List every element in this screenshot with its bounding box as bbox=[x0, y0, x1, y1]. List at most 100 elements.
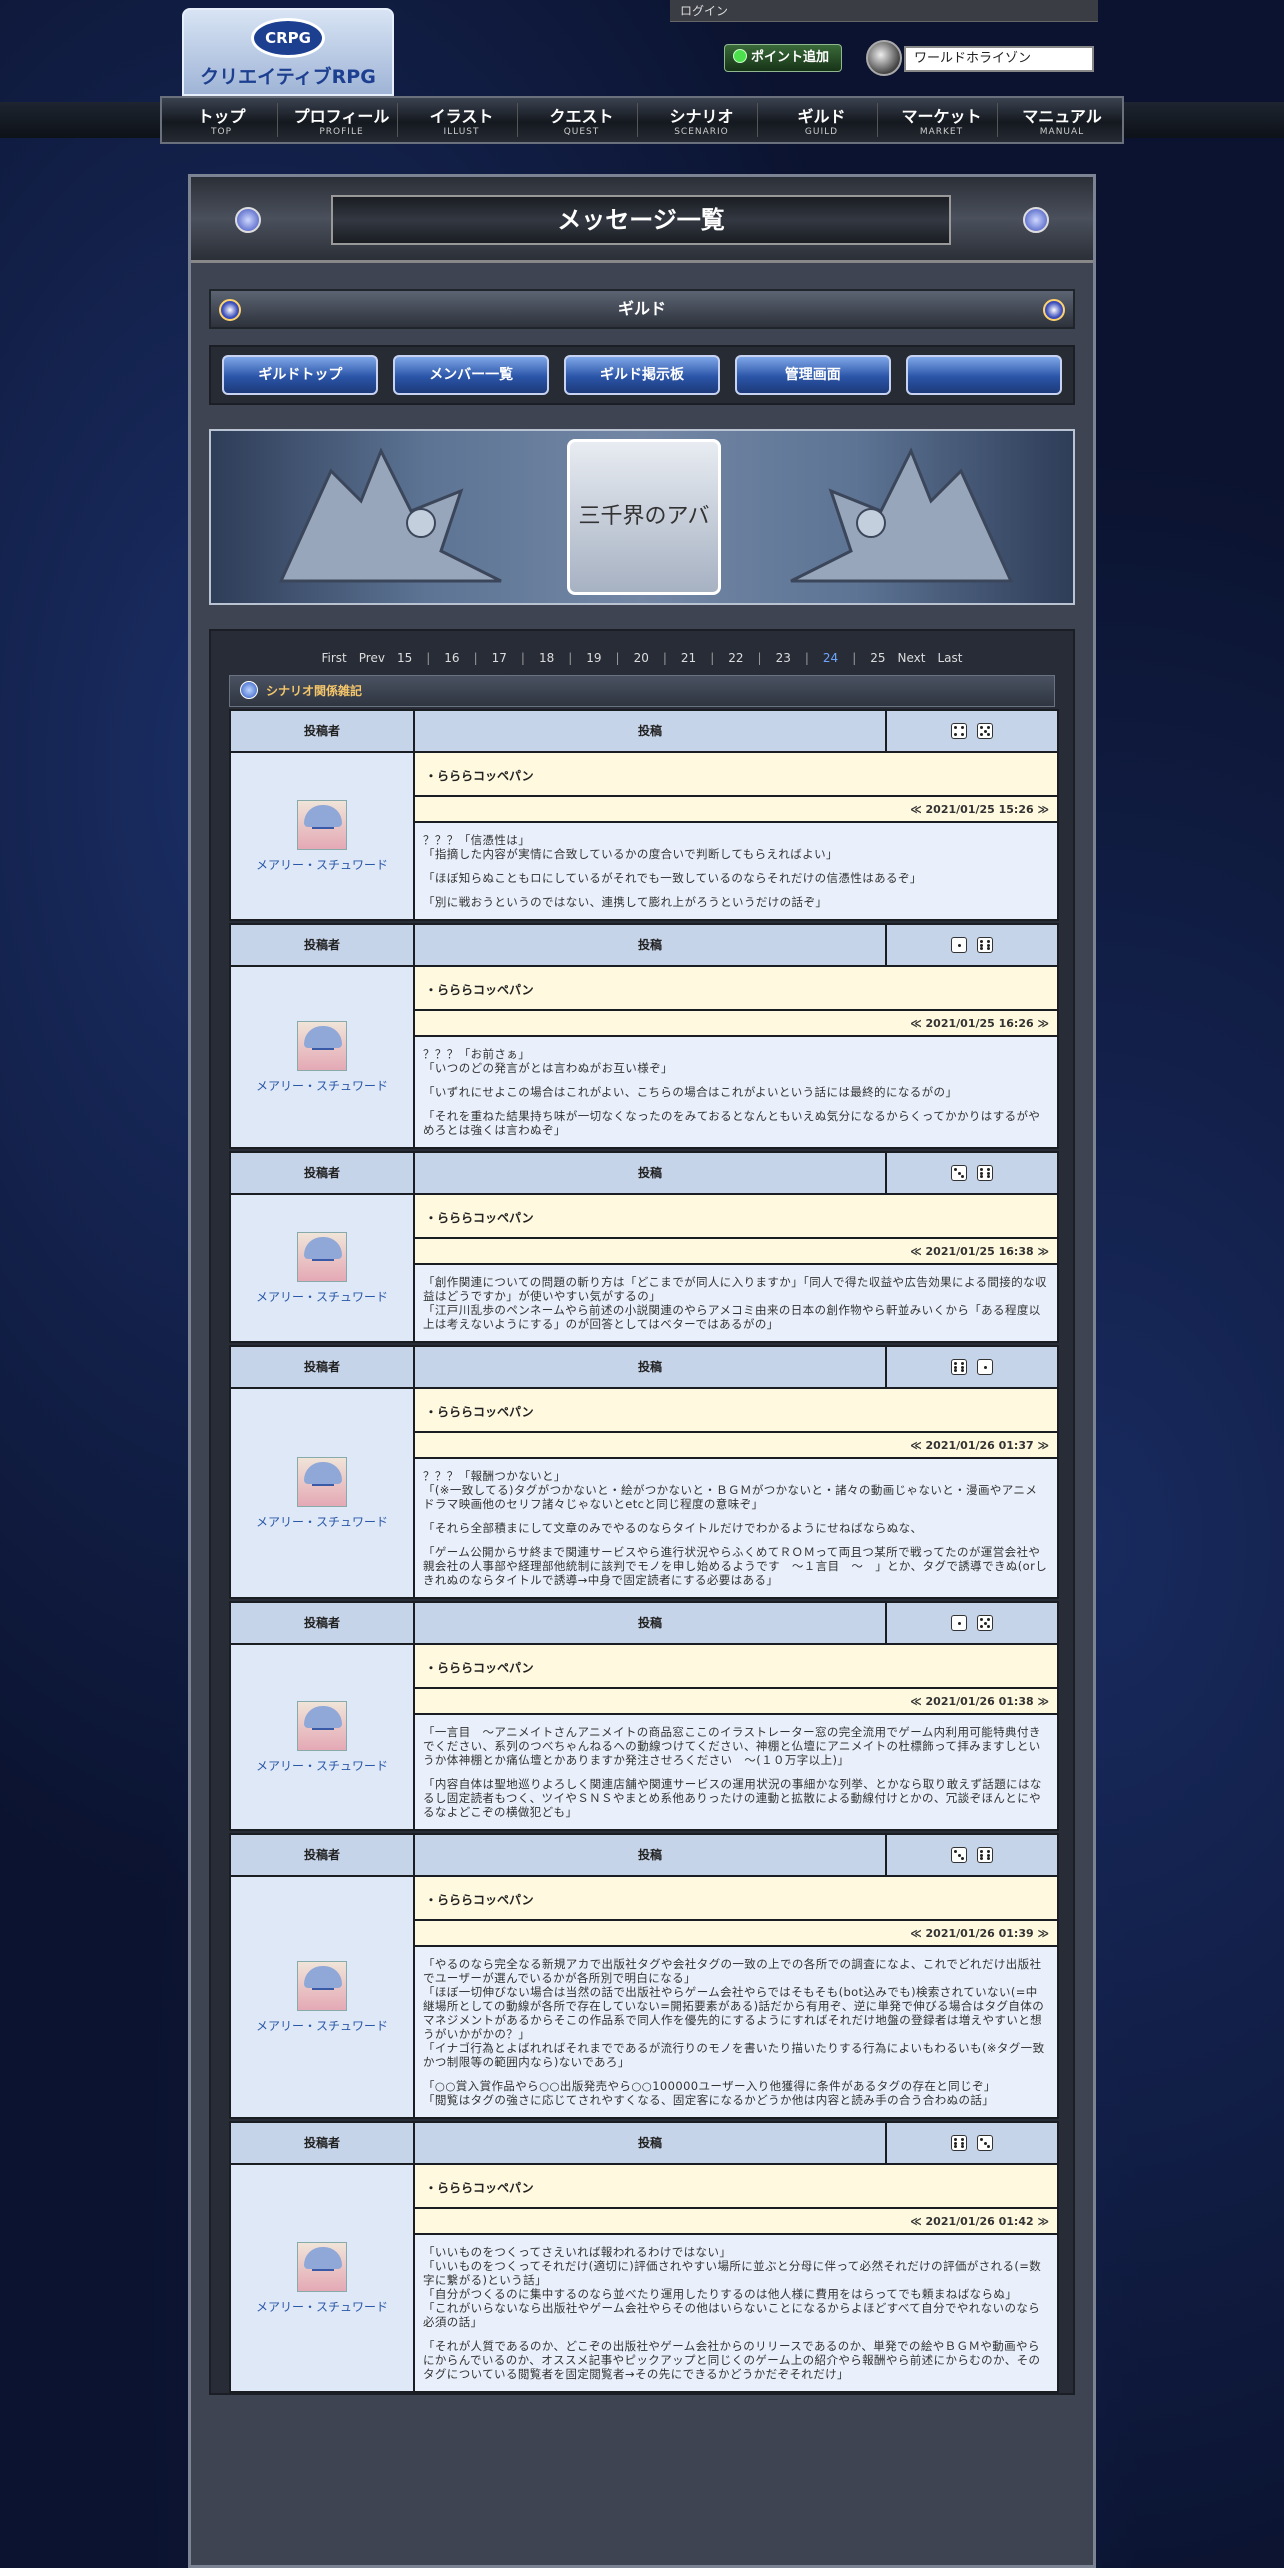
nav-item-manual[interactable]: マニュアル MANUAL bbox=[1006, 103, 1118, 137]
category-header: シナリオ関係雑記 bbox=[229, 675, 1055, 707]
author-name-link[interactable]: メアリー・スチュワード bbox=[256, 1757, 388, 1774]
guild-tab-4[interactable] bbox=[905, 355, 1062, 395]
guild-tab-0[interactable]: ギルドトップ bbox=[222, 355, 379, 395]
dragon-left-image bbox=[278, 447, 502, 583]
post-title: ・らららコッペパン bbox=[415, 1645, 1057, 1689]
page-separator: | bbox=[757, 651, 762, 665]
author-name-link[interactable]: メアリー・スチュワード bbox=[256, 2017, 388, 2034]
nav-sublabel: MANUAL bbox=[1039, 127, 1085, 137]
page-separator: | bbox=[520, 651, 525, 665]
post-text: ？？？「報酬つかないと」 「(※一致してる)タグがつかないと・絵がつかないと・Ｂ… bbox=[415, 1459, 1057, 1597]
author-name-link[interactable]: メアリー・スチュワード bbox=[256, 2298, 388, 2315]
post-timestamp: ≪ 2021/01/25 15:26 ≫ bbox=[415, 797, 1057, 823]
avatar[interactable] bbox=[297, 1020, 347, 1071]
avatar[interactable] bbox=[297, 799, 347, 850]
page-link-24[interactable]: 24 bbox=[823, 651, 838, 665]
post-paragraph: 「それら全部積まにして文章のみでやるのならタイトルだけでわかるようにせねばならぬ… bbox=[423, 1521, 923, 1535]
site-logo[interactable]: CRPG クリエイティブRPG bbox=[182, 8, 394, 96]
nav-label: ギルド bbox=[797, 107, 846, 126]
post-paragraph: 「○○賞入賞作品やら○○出版発売やら○○100000ユーザー入り他獲得に条件があ… bbox=[423, 2079, 996, 2107]
post-body-row: メアリー・スチュワード ・らららコッペパン ≪ 2021/01/26 01:42 ≫… bbox=[231, 2165, 1057, 2391]
die-face-3-icon bbox=[977, 2135, 993, 2151]
avatar[interactable] bbox=[297, 2241, 347, 2292]
category-title: シナリオ関係雑記 bbox=[266, 684, 363, 698]
nav-item-guild[interactable]: ギルド GUILD bbox=[766, 103, 878, 137]
post-paragraph: 「それが人質であるのか、どこぞの出版社やゲーム会社からのリリースであるのか、単発… bbox=[423, 2339, 1041, 2381]
avatar[interactable] bbox=[297, 1960, 347, 2011]
login-link[interactable]: ログイン bbox=[670, 0, 1098, 22]
page-link-20[interactable]: 20 bbox=[634, 651, 649, 665]
nav-item-scenario[interactable]: シナリオ SCENARIO bbox=[646, 103, 758, 137]
nav-item-illust[interactable]: イラスト ILLUST bbox=[406, 103, 518, 137]
gem-icon bbox=[219, 299, 241, 321]
author-name-link[interactable]: メアリー・スチュワード bbox=[256, 856, 388, 873]
die-face-5-icon bbox=[977, 723, 993, 739]
avatar[interactable] bbox=[297, 1700, 347, 1751]
post-title: ・らららコッペパン bbox=[415, 753, 1057, 797]
post-column-header: 投稿 bbox=[415, 1835, 887, 1875]
post-list: 投稿者 投稿 メアリー・スチュワード ・らららコッペパン ≪ 2021/01/25 15… bbox=[229, 709, 1059, 2393]
author-cell: メアリー・スチュワード bbox=[231, 2165, 415, 2391]
nav-item-quest[interactable]: クエスト QUEST bbox=[526, 103, 638, 137]
pagination: First Prev 15 | 16 | 17 | 18 | 19 | 20 | 21 | 22 | 23 | 24 | 2… bbox=[229, 645, 1055, 675]
post-timestamp: ≪ 2021/01/25 16:26 ≫ bbox=[415, 1011, 1057, 1037]
die-face-3-icon bbox=[951, 1165, 967, 1181]
add-points-button[interactable]: ポイント追加 bbox=[724, 44, 842, 72]
guild-tab-3[interactable]: 管理画面 bbox=[734, 355, 891, 395]
author-name-link[interactable]: メアリー・スチュワード bbox=[256, 1288, 388, 1305]
guild-tab-2[interactable]: ギルド掲示板 bbox=[563, 355, 720, 395]
dice-column bbox=[887, 1835, 1057, 1875]
page-separator: | bbox=[615, 651, 620, 665]
post-body-row: メアリー・スチュワード ・らららコッペパン ≪ 2021/01/25 15:26 ≫… bbox=[231, 753, 1057, 919]
avatar[interactable] bbox=[297, 1231, 347, 1282]
category-orb-icon bbox=[240, 681, 258, 699]
die-face-1-icon bbox=[951, 937, 967, 953]
author-column-header: 投稿者 bbox=[231, 1153, 415, 1193]
page-link-23[interactable]: 23 bbox=[776, 651, 791, 665]
page-link-19[interactable]: 19 bbox=[586, 651, 601, 665]
post-header-row: 投稿者 投稿 bbox=[231, 1603, 1057, 1645]
nav-item-top[interactable]: トップ TOP bbox=[166, 103, 278, 137]
nav-item-market[interactable]: マーケット MARKET bbox=[886, 103, 998, 137]
post-paragraph: 「内容自体は聖地巡りよろしく関連店舗や関連サービスの運用状況の事細かな列挙、とか… bbox=[423, 1777, 1042, 1819]
die-face-6-icon bbox=[951, 1359, 967, 1375]
post-body-row: メアリー・スチュワード ・らららコッペパン ≪ 2021/01/26 01:38 ≫… bbox=[231, 1645, 1057, 1829]
message-post: 投稿者 投稿 メアリー・スチュワード ・らららコッペパン ≪ 2021/01/25 16… bbox=[229, 1151, 1059, 1343]
page-link-21[interactable]: 21 bbox=[681, 651, 696, 665]
nav-label: シナリオ bbox=[669, 107, 734, 126]
author-cell: メアリー・スチュワード bbox=[231, 753, 415, 919]
content: ギルド ギルドトップメンバー一覧ギルド掲示板管理画面 三千界のアバター Firs… bbox=[209, 289, 1075, 2395]
nav-sublabel: GUILD bbox=[804, 127, 839, 137]
page-prev-link[interactable]: Prev bbox=[359, 651, 385, 665]
nav-item-profile[interactable]: プロフィール PROFILE bbox=[286, 103, 398, 137]
avatar[interactable] bbox=[297, 1456, 347, 1507]
nav-sublabel: PROFILE bbox=[319, 127, 364, 137]
page-link-18[interactable]: 18 bbox=[539, 651, 554, 665]
author-name-link[interactable]: メアリー・スチュワード bbox=[256, 1077, 388, 1094]
die-face-6-icon bbox=[977, 1847, 993, 1863]
post-body-row: メアリー・スチュワード ・らららコッペパン ≪ 2021/01/25 16:26 ≫… bbox=[231, 967, 1057, 1147]
post-title: ・らららコッペパン bbox=[415, 1877, 1057, 1921]
page-link-15[interactable]: 15 bbox=[397, 651, 412, 665]
guild-tab-1[interactable]: メンバー一覧 bbox=[393, 355, 550, 395]
page-last-link[interactable]: Last bbox=[937, 651, 962, 665]
page-link-22[interactable]: 22 bbox=[728, 651, 743, 665]
author-cell: メアリー・スチュワード bbox=[231, 1645, 415, 1829]
guild-title: ギルド bbox=[617, 299, 666, 318]
world-orb-icon bbox=[866, 40, 902, 76]
page-link-16[interactable]: 16 bbox=[444, 651, 459, 665]
post-timestamp: ≪ 2021/01/25 16:38 ≫ bbox=[415, 1239, 1057, 1265]
post-timestamp: ≪ 2021/01/26 01:37 ≫ bbox=[415, 1433, 1057, 1459]
guild-header: ギルド bbox=[209, 289, 1075, 329]
die-face-1-icon bbox=[977, 1359, 993, 1375]
page-link-17[interactable]: 17 bbox=[492, 651, 507, 665]
page-next-link[interactable]: Next bbox=[898, 651, 926, 665]
post-timestamp: ≪ 2021/01/26 01:42 ≫ bbox=[415, 2209, 1057, 2235]
post-body-row: メアリー・スチュワード ・らららコッペパン ≪ 2021/01/26 01:37 ≫… bbox=[231, 1389, 1057, 1597]
author-cell: メアリー・スチュワード bbox=[231, 1877, 415, 2117]
world-selector[interactable]: ワールドホライゾン bbox=[904, 46, 1094, 72]
author-name-link[interactable]: メアリー・スチュワード bbox=[256, 1513, 388, 1530]
page-title: メッセージ一覧 bbox=[331, 195, 951, 245]
page-first-link[interactable]: First bbox=[322, 651, 347, 665]
page-link-25[interactable]: 25 bbox=[870, 651, 885, 665]
